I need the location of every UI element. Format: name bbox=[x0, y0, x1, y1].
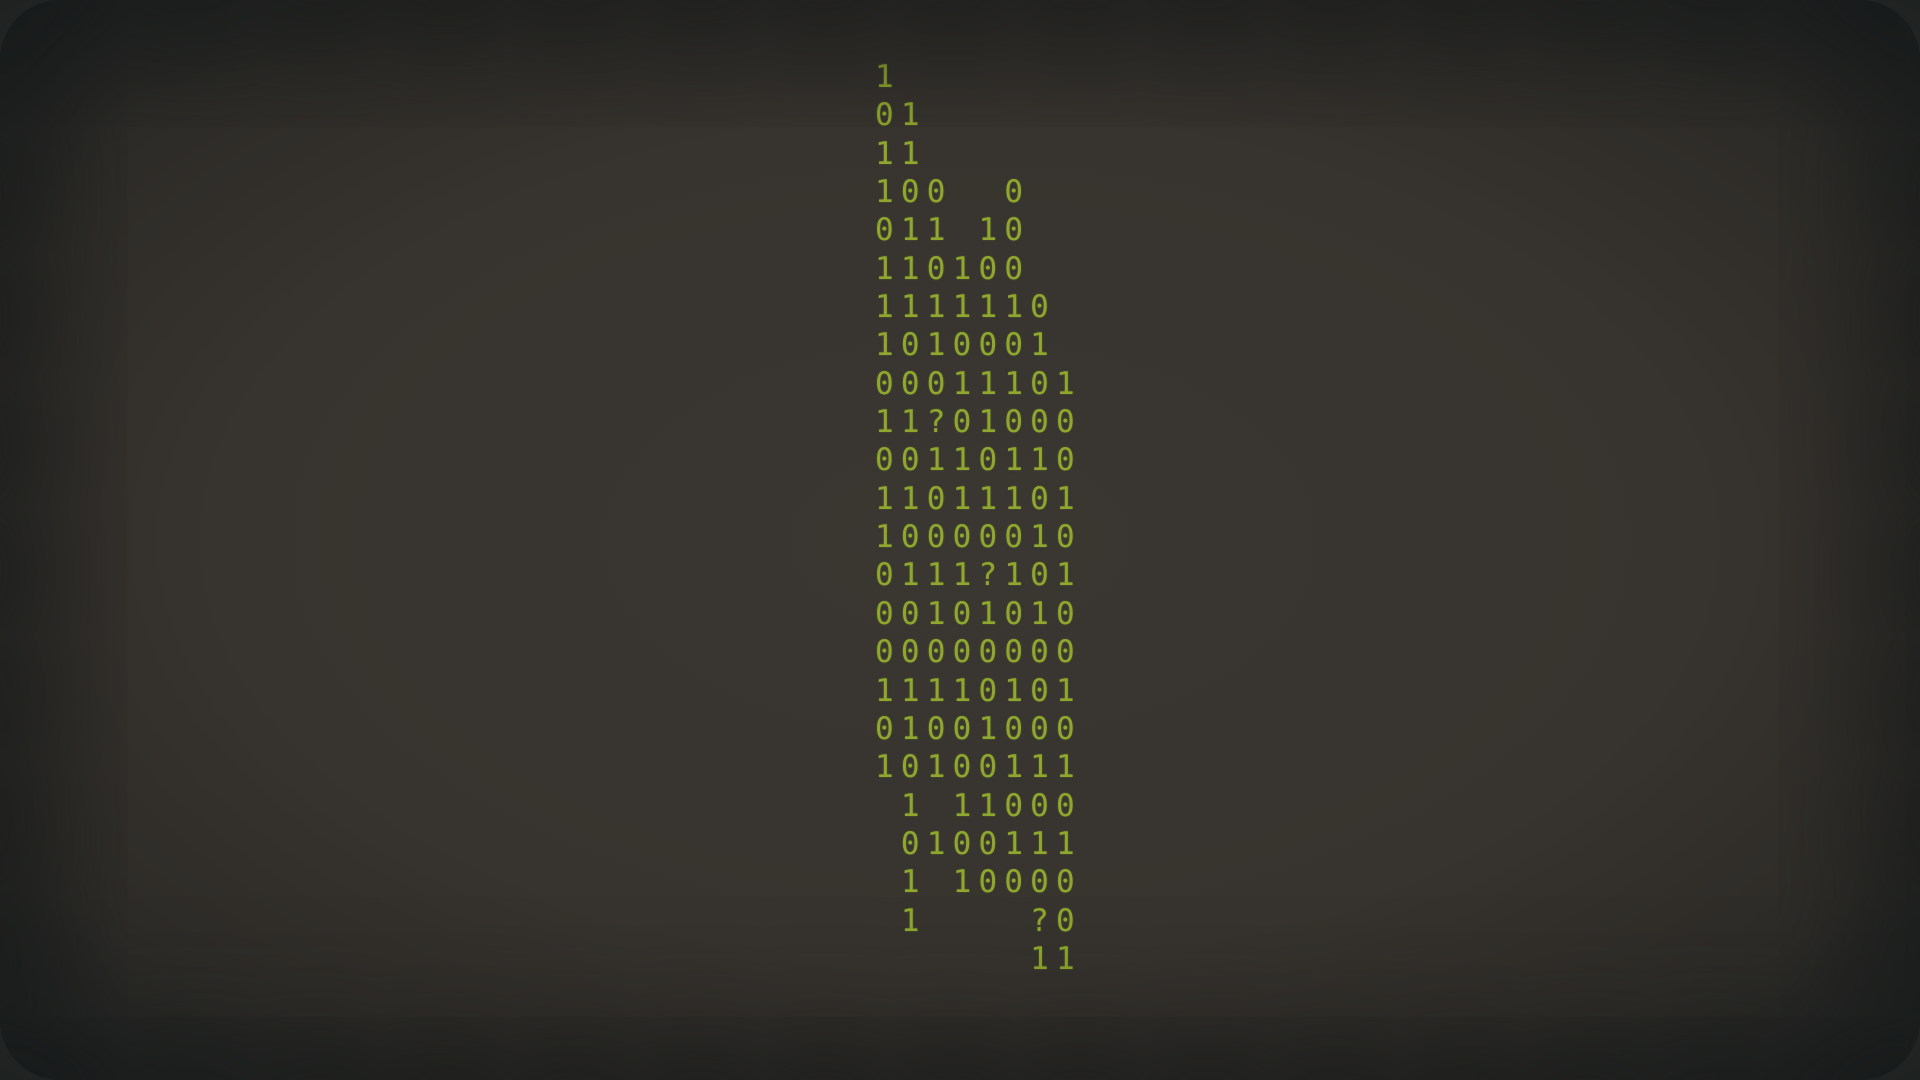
binary-row: 1 bbox=[875, 59, 901, 95]
binary-row: 10000010 bbox=[875, 519, 1082, 556]
binary-row: 00011101 bbox=[875, 365, 1082, 402]
binary-row: 01 bbox=[875, 97, 927, 134]
binary-row: 0100111 bbox=[875, 825, 1082, 862]
crt-screen: 1 01 11 100 0 011 10 110100 1111110 1010001 0001… bbox=[0, 0, 1920, 1080]
binary-row: 1 10000 bbox=[875, 864, 1082, 901]
binary-row: 11011101 bbox=[875, 480, 1082, 517]
binary-row: 10100111 bbox=[875, 749, 1082, 786]
binary-row: 0111?101 bbox=[875, 557, 1082, 594]
binary-row: 011 10 bbox=[875, 212, 1031, 249]
binary-row: 00101010 bbox=[875, 595, 1082, 632]
binary-row: 11110101 bbox=[875, 672, 1082, 709]
binary-row: 01001000 bbox=[875, 710, 1082, 747]
binary-row: 00110110 bbox=[875, 442, 1082, 479]
binary-row: 110100 bbox=[875, 250, 1031, 287]
binary-row: 11?01000 bbox=[875, 404, 1082, 441]
binary-row: 1111110 bbox=[875, 289, 1057, 326]
binary-row: 1 ?0 bbox=[875, 902, 1082, 939]
binary-row: 1 11000 bbox=[875, 787, 1082, 824]
binary-row: 100 0 bbox=[875, 174, 1031, 211]
binary-row: 00000000 bbox=[875, 634, 1082, 671]
binary-code-figure: 1 01 11 100 0 011 10 110100 1111110 1010001 0001… bbox=[875, 58, 1082, 978]
binary-row: 11 bbox=[875, 135, 927, 172]
binary-row: 11 bbox=[875, 940, 1082, 977]
binary-row: 1010001 bbox=[875, 327, 1057, 364]
